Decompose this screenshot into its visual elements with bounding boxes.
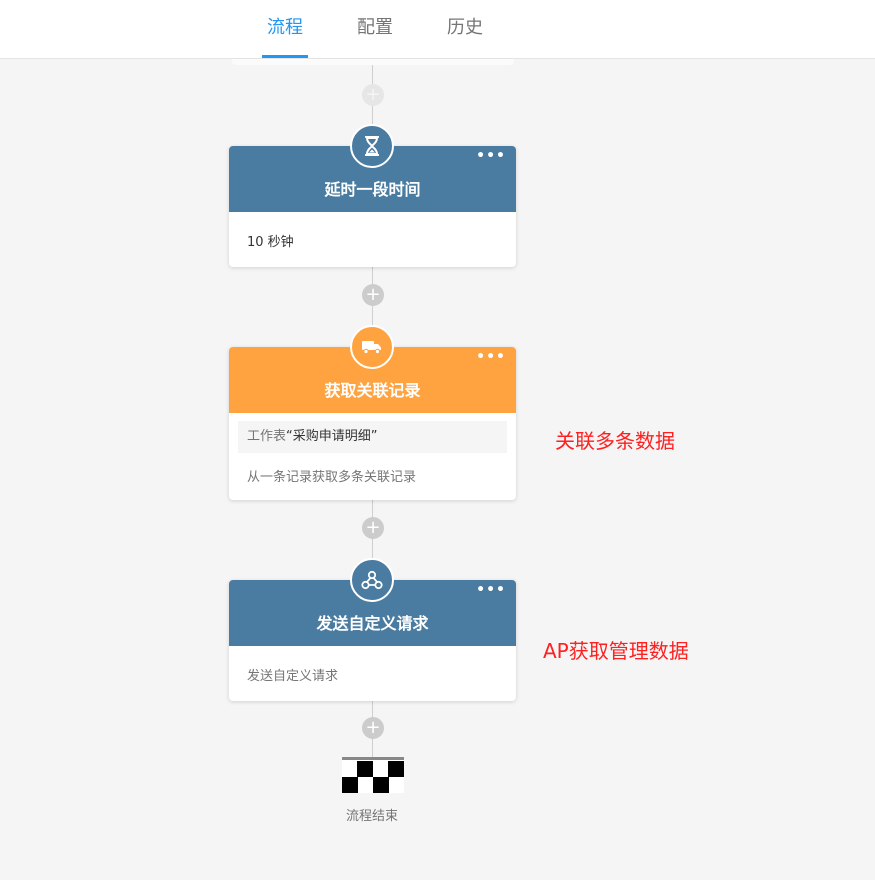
delay-node[interactable]: ••• 延时一段时间 10 秒钟 (229, 124, 516, 267)
related-records-description: 从一条记录获取多条关联记录 (247, 470, 417, 485)
add-node-button[interactable]: + (362, 84, 384, 106)
plus-icon: + (365, 717, 381, 738)
tab-config[interactable]: 配置 (352, 0, 398, 58)
flow-end-label: 流程结束 (345, 809, 398, 824)
node-menu-button[interactable]: ••• (476, 148, 506, 164)
add-node-button[interactable]: + (362, 284, 384, 306)
plus-icon: + (365, 517, 381, 538)
related-records-header[interactable]: ••• 获取关联记录 (229, 325, 516, 413)
annotation-webhook: AP获取管理数据 (543, 639, 689, 663)
plus-icon: + (365, 84, 381, 105)
annotation-related: 关联多条数据 (555, 429, 675, 453)
flow-canvas: + + + + ••• 延时一段时间 10 秒钟 ••• 获取关联记录 工作表“… (0, 59, 875, 880)
custom-request-node[interactable]: ••• 发送自定义请求 发送自定义请求 (229, 558, 516, 701)
hourglass-icon (350, 124, 394, 168)
tab-flow-label: 流程 (267, 17, 303, 38)
previous-node-edge (232, 59, 514, 65)
add-node-button[interactable]: + (362, 717, 384, 739)
tab-flow[interactable]: 流程 (262, 0, 308, 58)
active-tab-indicator (262, 55, 308, 58)
top-tab-bar: 流程 配置 历史 (0, 0, 875, 59)
related-records-node[interactable]: ••• 获取关联记录 工作表“采购申请明细” 从一条记录获取多条关联记录 (229, 325, 516, 500)
webhook-icon (350, 558, 394, 602)
delay-node-header[interactable]: ••• 延时一段时间 (229, 124, 516, 212)
truck-icon (350, 325, 394, 369)
tab-config-label: 配置 (357, 17, 393, 38)
tab-history-label: 历史 (447, 17, 483, 38)
custom-request-header[interactable]: ••• 发送自定义请求 (229, 558, 516, 646)
checkered-flag-icon (342, 757, 404, 793)
plus-icon: + (365, 284, 381, 305)
add-node-button[interactable]: + (362, 517, 384, 539)
node-menu-button[interactable]: ••• (476, 582, 506, 598)
tab-history[interactable]: 历史 (442, 0, 488, 58)
node-menu-button[interactable]: ••• (476, 349, 506, 365)
